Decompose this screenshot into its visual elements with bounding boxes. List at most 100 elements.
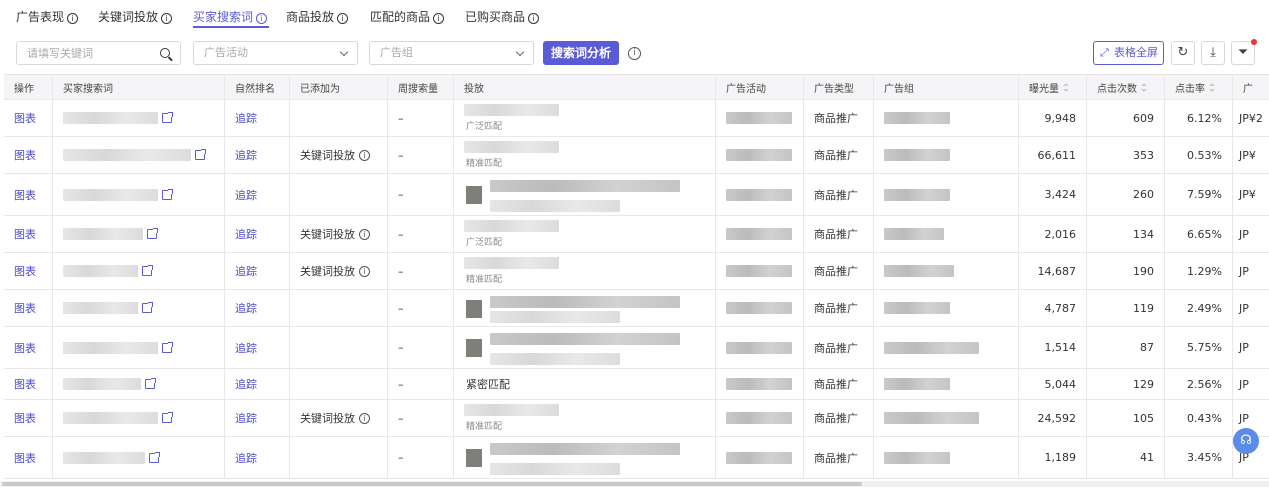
- download-button[interactable]: ⤓: [1201, 41, 1225, 65]
- external-link-icon[interactable]: [162, 341, 173, 353]
- table-fullscreen-button[interactable]: ⤢ 表格全屏: [1093, 41, 1164, 65]
- table-row: 图表 追踪 关键词投放 i – 精准匹配 商品推广 66,611 353 0.53% JP¥: [4, 137, 1269, 174]
- targeting-cell: [454, 437, 716, 478]
- external-link-icon[interactable]: [149, 451, 160, 463]
- match-type-label: 精准匹配: [466, 275, 503, 285]
- filter-toolbar: 广告活动 广告组 搜索词分析 i ⤢ 表格全屏 ↻ ⤓ ⏷: [0, 38, 1269, 68]
- download-icon: ⤓: [1210, 45, 1216, 60]
- tab-purchased-products[interactable]: 已购买商品 i: [465, 8, 540, 25]
- info-icon[interactable]: i: [628, 47, 641, 60]
- match-type-label: 广泛匹配: [466, 122, 503, 132]
- ad-group-redacted: [884, 412, 979, 424]
- clicks-value: 105: [1133, 411, 1154, 425]
- redacted-text: [464, 104, 559, 116]
- track-rank-link[interactable]: 追踪: [235, 147, 257, 163]
- ad-type-value: 商品推广: [814, 188, 858, 202]
- chart-link[interactable]: 图表: [14, 147, 36, 163]
- track-rank-link[interactable]: 追踪: [235, 187, 257, 203]
- external-link-icon[interactable]: [162, 188, 173, 200]
- product-thumbnail: [466, 299, 482, 318]
- horizontal-scrollbar[interactable]: [0, 481, 1269, 487]
- search-terms-table: 操作 买家搜索词 自然排名 已添加为 周搜索量 投放 广告活动 广告类型 广告组…: [4, 74, 1269, 480]
- external-link-icon[interactable]: [145, 378, 156, 389]
- chart-link[interactable]: 图表: [14, 300, 36, 316]
- external-link-icon[interactable]: [142, 265, 153, 276]
- external-link-icon[interactable]: [162, 412, 173, 423]
- next-column-value: JP: [1239, 341, 1249, 354]
- targeting-cell: 精准匹配: [454, 253, 716, 289]
- adgroup-select[interactable]: 广告组: [369, 41, 534, 65]
- redacted-text: [490, 333, 680, 345]
- match-type-label: 精准匹配: [466, 159, 503, 169]
- refresh-button[interactable]: ↻: [1171, 41, 1195, 65]
- targeting-cell: 广泛匹配: [454, 216, 716, 252]
- tab-ad-performance[interactable]: 广告表现 i: [16, 8, 79, 25]
- col-header-impressions[interactable]: 曝光量: [1019, 75, 1087, 99]
- keyword-search-input[interactable]: [17, 42, 147, 64]
- track-rank-link[interactable]: 追踪: [235, 376, 257, 392]
- info-icon: i: [67, 13, 79, 24]
- chart-link[interactable]: 图表: [14, 450, 36, 466]
- col-header-weekly-volume: 周搜索量: [388, 75, 454, 99]
- chart-link[interactable]: 图表: [14, 410, 36, 426]
- info-icon: i: [528, 13, 540, 24]
- track-rank-link[interactable]: 追踪: [235, 226, 257, 242]
- track-rank-link[interactable]: 追踪: [235, 263, 257, 279]
- info-icon[interactable]: i: [359, 265, 370, 277]
- external-link-icon[interactable]: [162, 112, 173, 123]
- redacted-text: [490, 463, 620, 475]
- report-tabs: 广告表现 i 关键词投放 i 买家搜索词 i 商品投放 i 匹配的商品 i 已购买商品 i: [0, 0, 1269, 30]
- info-icon: i: [161, 13, 173, 24]
- clicks-value: 87: [1140, 341, 1154, 354]
- track-rank-link[interactable]: 追踪: [235, 450, 257, 466]
- ad-type-value: 商品推广: [814, 149, 858, 162]
- sort-icon: [1209, 82, 1215, 92]
- chart-link[interactable]: 图表: [14, 263, 36, 279]
- external-link-icon[interactable]: [142, 302, 153, 313]
- info-icon[interactable]: i: [359, 412, 370, 424]
- external-link-icon[interactable]: [195, 149, 206, 160]
- tab-matched-products[interactable]: 匹配的商品 i: [370, 8, 445, 25]
- chart-link[interactable]: 图表: [14, 110, 36, 126]
- product-thumbnail: [466, 339, 482, 357]
- chart-link[interactable]: 图表: [14, 226, 36, 242]
- tab-keyword-targeting[interactable]: 关键词投放 i: [98, 8, 173, 25]
- info-icon[interactable]: i: [359, 228, 370, 240]
- filter-button[interactable]: ⏷: [1231, 39, 1257, 65]
- weekly-volume-value: –: [398, 264, 404, 278]
- track-rank-link[interactable]: 追踪: [235, 410, 257, 426]
- ad-type-value: 商品推广: [814, 451, 858, 465]
- ad-group-redacted: [884, 228, 944, 240]
- targeting-redacted: [464, 141, 559, 156]
- campaign-redacted: [726, 112, 792, 124]
- col-header-clicks[interactable]: 点击次数: [1087, 75, 1165, 99]
- info-icon[interactable]: i: [359, 149, 370, 161]
- table-row: 图表 追踪 关键词投放 i – 广泛匹配 商品推广 2,016 134 6.65% JP: [4, 216, 1269, 253]
- tab-product-targeting[interactable]: 商品投放 i: [286, 8, 349, 25]
- chart-link[interactable]: 图表: [14, 376, 36, 392]
- scrollbar-thumb[interactable]: [2, 482, 862, 486]
- external-link-icon[interactable]: [147, 228, 158, 239]
- chart-link[interactable]: 图表: [14, 187, 36, 203]
- clicks-value: 119: [1133, 301, 1154, 315]
- search-term-analysis-button[interactable]: 搜索词分析: [543, 41, 619, 65]
- notification-dot: [1251, 39, 1257, 45]
- chart-link[interactable]: 图表: [14, 340, 36, 356]
- track-rank-link[interactable]: 追踪: [235, 340, 257, 356]
- ad-type-value: 商品推广: [814, 378, 858, 391]
- active-tab-indicator: [193, 26, 269, 28]
- track-rank-link[interactable]: 追踪: [235, 110, 257, 126]
- campaign-select[interactable]: 广告活动: [193, 41, 358, 65]
- support-headset-icon[interactable]: ☊: [1233, 428, 1259, 454]
- col-header-ctr[interactable]: 点击率: [1165, 75, 1233, 99]
- impressions-value: 3,424: [1044, 188, 1077, 201]
- search-icon[interactable]: [160, 48, 170, 58]
- ad-type-value: 商品推广: [814, 265, 858, 278]
- tab-buyer-search-terms[interactable]: 买家搜索词 i: [193, 8, 268, 25]
- track-rank-link[interactable]: 追踪: [235, 300, 257, 316]
- product-thumbnail: [466, 186, 482, 204]
- search-term-redacted: [63, 228, 143, 240]
- product-thumbnail: [466, 449, 482, 467]
- search-term-redacted: [63, 265, 138, 277]
- table-header: 操作 买家搜索词 自然排名 已添加为 周搜索量 投放 广告活动 广告类型 广告组…: [4, 75, 1269, 100]
